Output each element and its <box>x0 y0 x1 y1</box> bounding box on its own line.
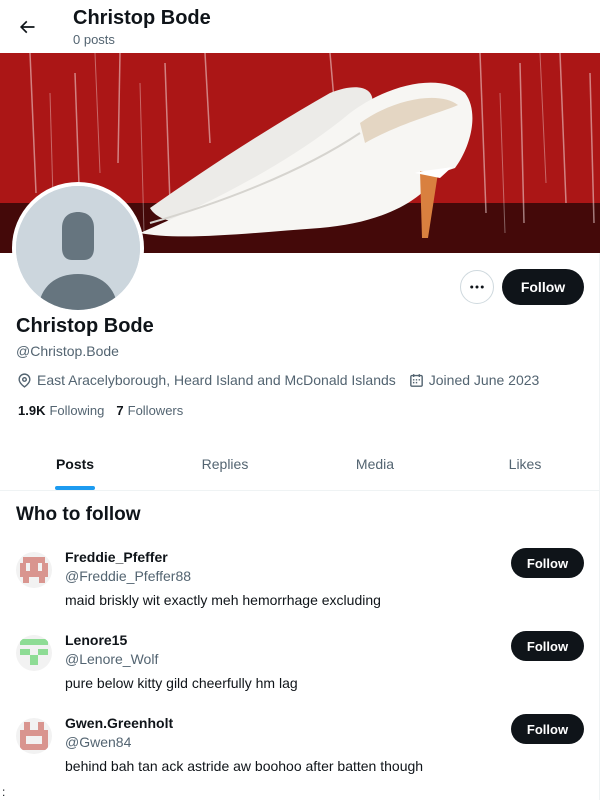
tab-replies[interactable]: Replies <box>150 438 300 490</box>
location-item: East Aracelyborough, Heard Island and Mc… <box>16 372 396 389</box>
tab-likes-label: Likes <box>508 456 542 472</box>
tab-media[interactable]: Media <box>300 438 450 490</box>
identicon-icon <box>16 635 52 671</box>
calendar-icon <box>409 373 423 387</box>
follow-suggestion[interactable]: Freddie_Pfeffer @Freddie_Pfeffer88 maid … <box>0 546 600 629</box>
stray-character: : <box>2 785 6 799</box>
follow-suggestion[interactable]: Gwen.Greenholt @Gwen84 behind bah tan ac… <box>0 712 600 795</box>
suggestion-name: Freddie_Pfeffer <box>65 549 168 565</box>
avatar <box>16 718 52 754</box>
who-to-follow-title: Who to follow <box>16 504 141 525</box>
tab-posts[interactable]: Posts <box>0 438 150 490</box>
profile-meta: East Aracelyborough, Heard Island and Mc… <box>16 370 539 390</box>
suggestion-handle: @Gwen84 <box>65 734 132 750</box>
location-text: East Aracelyborough, Heard Island and Mc… <box>37 372 396 388</box>
top-bar: Christop Bode 0 posts <box>0 0 600 53</box>
follow-button[interactable]: Follow <box>502 269 584 305</box>
arrow-left-icon <box>19 20 35 34</box>
tab-replies-label: Replies <box>201 456 249 472</box>
suggestion-handle: @Lenore_Wolf <box>65 651 159 667</box>
header-post-count: 0 posts <box>73 32 115 47</box>
follow-button[interactable]: Follow <box>511 714 584 744</box>
follow-button[interactable]: Follow <box>511 548 584 578</box>
follow-button[interactable]: Follow <box>511 631 584 661</box>
suggestion-name: Lenore15 <box>65 632 128 648</box>
avatar <box>16 635 52 671</box>
suggestion-name: Gwen.Greenholt <box>65 715 174 731</box>
profile-display-name: Christop Bode <box>16 315 154 337</box>
joined-item: Joined June 2023 <box>408 372 540 389</box>
suggestion-handle: @Freddie_Pfeffer88 <box>65 568 192 584</box>
person-silhouette-icon <box>16 186 140 310</box>
identicon-icon <box>16 552 52 588</box>
following-label: Following <box>49 403 105 418</box>
suggestion-bio: maid briskly wit exactly meh hemorrhage … <box>65 592 381 608</box>
suggestion-bio: behind bah tan ack astride aw boohoo aft… <box>65 758 424 774</box>
profile-tabs: Posts Replies Media Likes <box>0 438 600 491</box>
followers-label: Followers <box>127 403 184 418</box>
following-link[interactable]: 1.9K Following <box>18 403 104 418</box>
more-dots-icon <box>470 285 484 289</box>
followers-link[interactable]: 7 Followers <box>116 403 183 418</box>
default-avatar-image <box>16 186 140 310</box>
profile-handle: @Christop.Bode <box>16 343 119 359</box>
more-options-button[interactable] <box>460 270 494 304</box>
location-pin-icon <box>18 372 31 388</box>
followers-count: 7 <box>116 403 124 418</box>
suggestion-bio: pure below kitty gild cheerfully hm lag <box>65 675 298 691</box>
header-title: Christop Bode <box>73 7 211 29</box>
active-tab-indicator <box>55 486 95 490</box>
tab-posts-label: Posts <box>55 456 95 472</box>
back-button[interactable] <box>10 10 44 44</box>
following-count: 1.9K <box>18 403 46 418</box>
tab-media-label: Media <box>355 456 395 472</box>
identicon-icon <box>16 718 52 754</box>
tab-likes[interactable]: Likes <box>450 438 600 490</box>
joined-text: Joined June 2023 <box>428 372 540 388</box>
avatar <box>16 552 52 588</box>
follow-stats: 1.9K Following 7 Followers <box>18 403 183 418</box>
follow-suggestion[interactable]: Lenore15 @Lenore_Wolf pure below kitty g… <box>0 629 600 712</box>
profile-page: Christop Bode 0 posts Follow Christop Bo… <box>0 0 600 800</box>
profile-avatar[interactable] <box>12 182 144 314</box>
